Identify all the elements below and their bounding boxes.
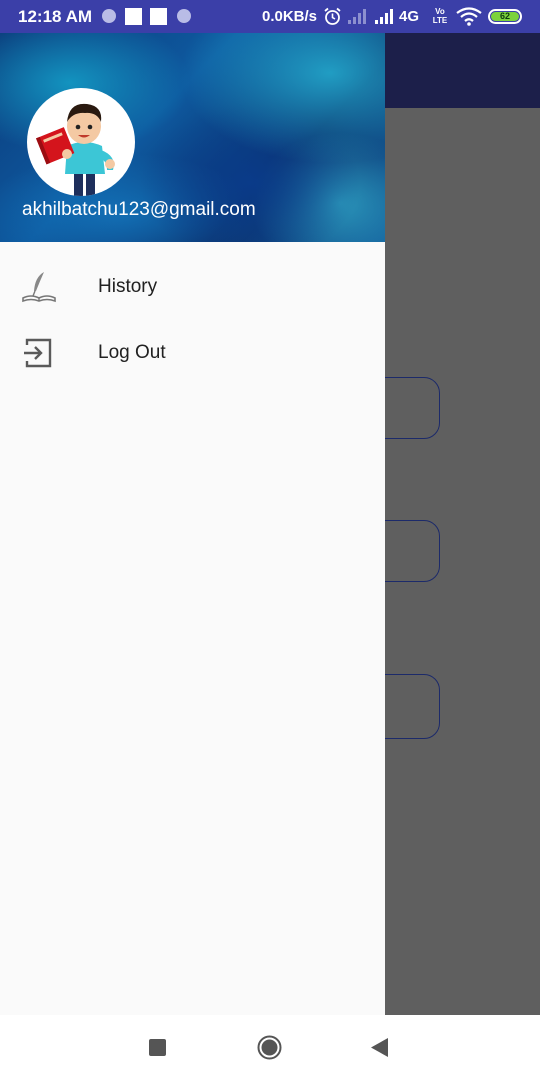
signal-icon: [375, 9, 393, 24]
net-speed: 0.0KB/s: [262, 8, 318, 25]
menu-item-logout[interactable]: Log Out: [0, 323, 385, 383]
wifi-icon: [456, 7, 482, 26]
avatar[interactable]: [27, 88, 135, 196]
status-bar: 12:18 AM 0.0KB/s 4G Vo LTE 62: [0, 0, 540, 33]
back-triangle-icon[interactable]: [371, 1038, 389, 1057]
battery-level: 62: [491, 12, 519, 21]
drawer-header: akhilbatchu123@gmail.com: [0, 33, 385, 242]
battery-icon: 62: [488, 9, 522, 24]
signal-weak-icon: [348, 9, 366, 24]
home-circle-icon[interactable]: [257, 1035, 282, 1060]
menu-label-history: History: [98, 276, 158, 297]
logout-icon: [24, 338, 52, 368]
boy-with-book-avatar: [36, 103, 115, 196]
menu-item-history[interactable]: History: [0, 257, 385, 317]
square-notification-icon: [150, 8, 167, 25]
recents-square-icon[interactable]: [149, 1039, 166, 1056]
notification-dot-icon: [177, 9, 191, 23]
navigation-drawer: akhilbatchu123@gmail.com History Log Out: [0, 33, 385, 1015]
network-type: 4G: [399, 8, 420, 25]
quill-book-icon: [22, 272, 56, 303]
system-nav-bar: [0, 1015, 540, 1080]
volte-icon: Vo LTE: [432, 7, 448, 25]
status-time: 12:18 AM: [18, 7, 93, 26]
alarm-icon: [324, 7, 341, 25]
menu-label-logout: Log Out: [98, 342, 166, 363]
square-notification-icon: [125, 8, 142, 25]
notification-dot-icon: [102, 9, 116, 23]
user-email: akhilbatchu123@gmail.com: [22, 199, 256, 220]
